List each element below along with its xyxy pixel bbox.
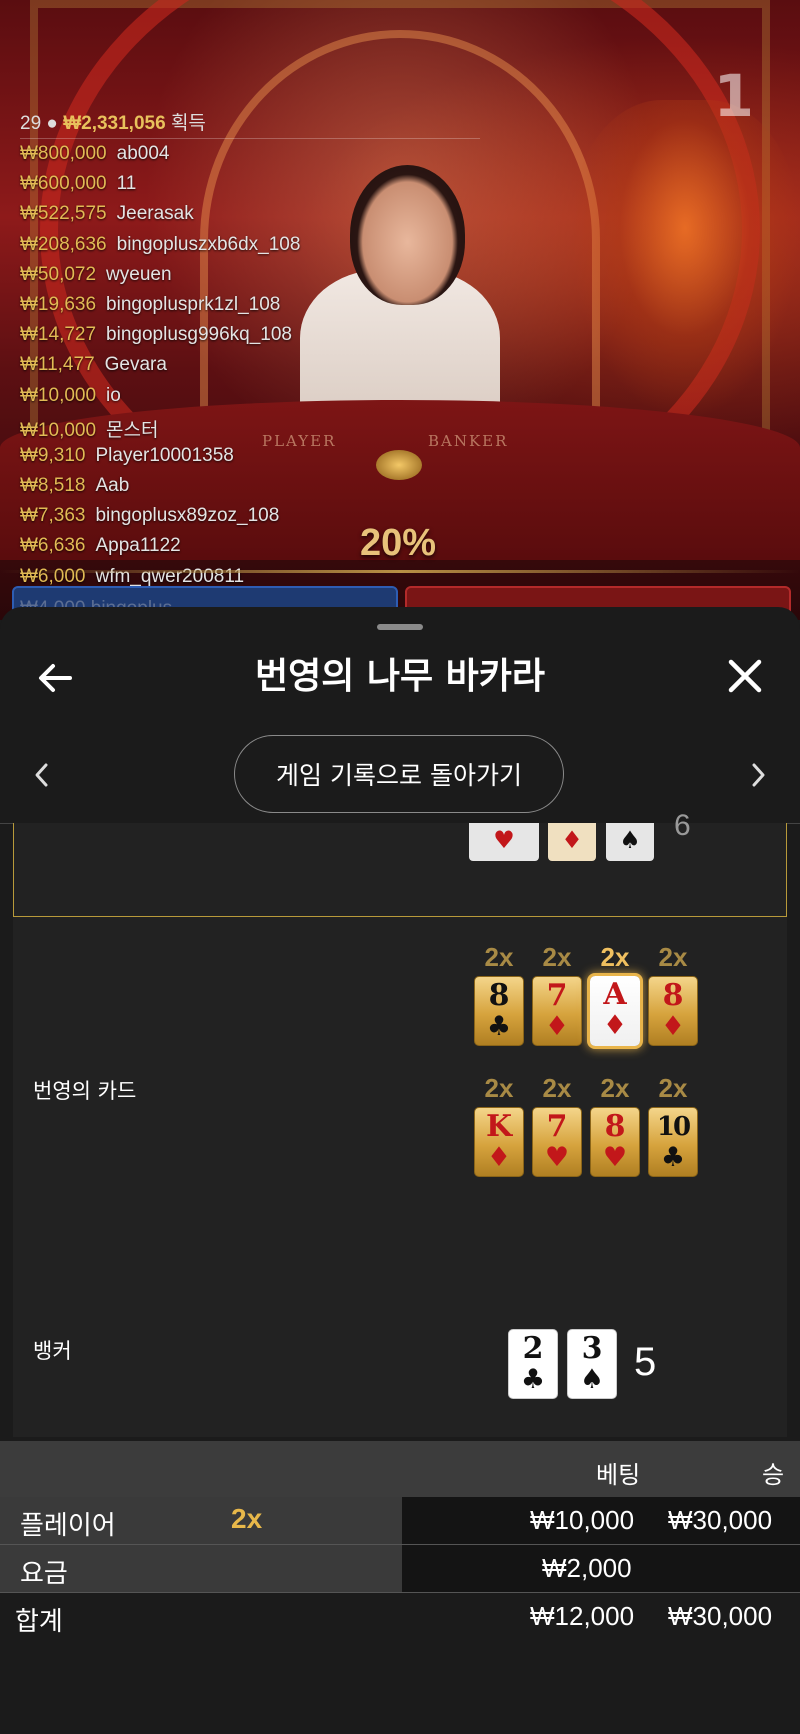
banker-card: 2 ♣ [508, 1329, 558, 1399]
dragon-statue [570, 100, 800, 420]
card-multiplier: 2x [600, 1073, 630, 1103]
card-multiplier: 2x [658, 942, 688, 972]
card-multiplier: 2x [484, 1073, 514, 1103]
prosperity-card: 7 ♦ [532, 976, 582, 1046]
bet-amount: ₩2,000 [542, 1553, 632, 1583]
banker-label: 뱅커 [33, 1339, 72, 1363]
live-video: PLAYER BANKER 1 29 ● ₩2,331,056 획득 ₩800,… [0, 0, 800, 620]
winner-row: ₩19,636 bingoplusprk1zl_108 [20, 293, 281, 315]
total-win: ₩2,331,056 [63, 113, 166, 134]
winners-header: 29 ● ₩2,331,056 획득 [20, 108, 206, 135]
total-bet: ₩12,000 [530, 1601, 635, 1631]
card-multiplier: 2x [600, 942, 630, 972]
winners-divider [20, 138, 480, 139]
gold-divider [0, 570, 800, 573]
bets-table-header: 베팅 승 [0, 1441, 800, 1497]
round-result-panel: ♥ ♦ ♠ 6 2x 2x 2x 2x 8 ♣ 7 ♦ A ♦ 8 ♦ 번영의 카드 2… [13, 809, 787, 1437]
close-icon[interactable] [726, 657, 764, 695]
card-multiplier: 2x [542, 1073, 572, 1103]
chevron-left-icon[interactable] [28, 755, 56, 795]
winner-row: ₩9,310 Player10001358 [20, 444, 234, 466]
prosperity-card: 8 ♣ [474, 976, 524, 1046]
win-amount: ₩30,000 [668, 1505, 773, 1535]
total-row: 합계 ₩12,000 ₩30,000 [0, 1593, 800, 1640]
col-win: 승 [762, 1461, 785, 1489]
chevron-right-icon[interactable] [744, 755, 772, 795]
table-row: 플레이어 2x ₩10,000 ₩30,000 [0, 1497, 800, 1544]
banker-card: 3 ♠ [567, 1329, 617, 1399]
card-multiplier: 2x [542, 942, 572, 972]
bet-label: 요금 [20, 1558, 68, 1588]
prosperity-label: 번영의 카드 [33, 1079, 137, 1103]
total-label: 합계 [15, 1606, 63, 1636]
total-win: ₩30,000 [668, 1601, 773, 1631]
table-row: 요금 ₩2,000 [0, 1545, 800, 1592]
winner-row: ₩10,000 몬스터 [20, 419, 159, 441]
card-multiplier: 2x [658, 1073, 688, 1103]
prosperity-card-highlighted: A ♦ [590, 976, 640, 1046]
winner-row: ₩10,000 io [20, 384, 121, 406]
col-bet: 베팅 [596, 1461, 641, 1489]
card-partial: ♦ [548, 823, 596, 861]
player-hand-box: ♥ ♦ ♠ 6 [13, 809, 787, 917]
result-sheet: 번영의 나무 바카라 게임 기록으로 돌아가기 ♥ ♦ ♠ 6 2x 2x 2x… [0, 607, 800, 1734]
player-count: 29 [20, 113, 42, 134]
winner-row: ₩522,575 Jeerasak [20, 203, 194, 225]
banker-score: 5 [634, 1340, 657, 1384]
person-icon: ● [46, 113, 58, 134]
back-to-history-button[interactable]: 게임 기록으로 돌아가기 [234, 735, 564, 813]
winner-row: ₩8,518 Aab [20, 475, 130, 497]
bet-label: 플레이어 [20, 1510, 116, 1540]
win-suffix: 획득 [170, 113, 206, 134]
card-partial: ♥ [469, 823, 539, 861]
winner-row: ₩600,000 11 [20, 173, 137, 195]
prosperity-card: 10 ♣ [648, 1107, 698, 1177]
commission-percent: 20% [360, 522, 437, 564]
sheet-title: 번영의 나무 바카라 [254, 656, 546, 697]
winner-row: ₩14,727 bingoplusg996kq_108 [20, 324, 292, 346]
prosperity-card: 8 ♥ [590, 1107, 640, 1177]
winner-row: ₩11,477 Gevara [20, 354, 167, 376]
player-score-partial: 6 [674, 809, 691, 842]
winner-row: ₩800,000 ab004 [20, 143, 170, 164]
card-partial: ♠ [606, 823, 654, 861]
round-number: 1 [713, 62, 754, 130]
card-multiplier: 2x [484, 942, 514, 972]
drag-handle[interactable] [377, 624, 423, 630]
prosperity-card: 8 ♦ [648, 976, 698, 1046]
prosperity-card: 7 ♥ [532, 1107, 582, 1177]
winner-row: ₩208,636 bingopluszxb6dx_108 [20, 233, 301, 255]
winner-row: ₩50,072 wyeuen [20, 263, 172, 285]
bet-amount: ₩10,000 [530, 1505, 635, 1535]
bet-multiplier: 2x [231, 1503, 263, 1534]
prosperity-card: K ♦ [474, 1107, 524, 1177]
